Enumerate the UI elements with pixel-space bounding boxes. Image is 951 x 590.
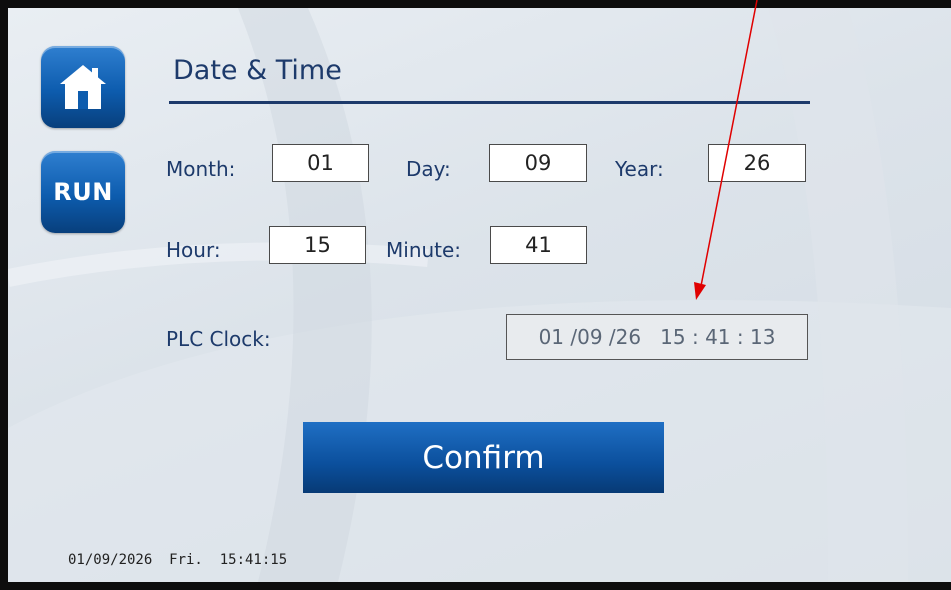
year-label: Year: (615, 157, 664, 181)
hour-input[interactable]: 15 (269, 226, 366, 264)
day-input[interactable]: 09 (489, 144, 587, 182)
home-icon (60, 65, 106, 109)
hmi-screen: RUN Date & Time Month: 01 Day: 09 Year: … (8, 8, 951, 582)
hour-label: Hour: (166, 238, 221, 262)
plc-clock-label: PLC Clock: (166, 327, 271, 351)
minute-label: Minute: (386, 238, 462, 262)
home-button[interactable] (41, 46, 125, 128)
confirm-button[interactable]: Confirm (303, 422, 664, 493)
month-label: Month: (166, 157, 236, 181)
background-swoosh (8, 8, 951, 582)
minute-input[interactable]: 41 (490, 226, 587, 264)
plc-clock-display: 01 /09 /26 15 : 41 : 13 (506, 314, 808, 360)
month-input[interactable]: 01 (272, 144, 369, 182)
year-input[interactable]: 26 (708, 144, 806, 182)
confirm-button-label: Confirm (422, 439, 545, 476)
status-datetime: 01/09/2026 Fri. 15:41:15 (68, 552, 288, 568)
day-label: Day: (406, 157, 451, 181)
title-underline (169, 101, 810, 104)
run-button-label: RUN (53, 178, 113, 206)
run-button[interactable]: RUN (41, 151, 125, 233)
page-title: Date & Time (173, 55, 342, 86)
